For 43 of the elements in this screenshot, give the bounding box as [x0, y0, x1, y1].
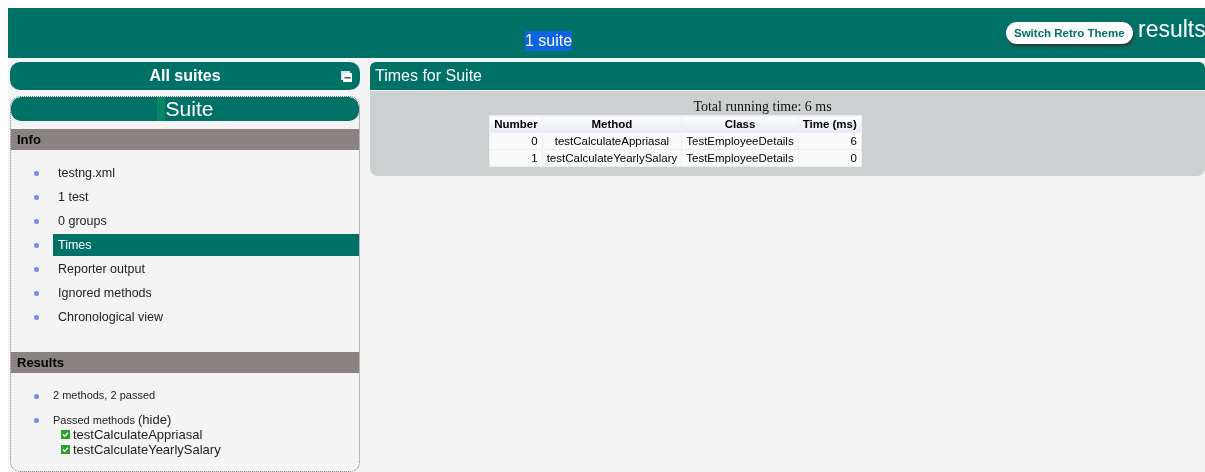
switch-theme-button[interactable]: Switch Retro Theme [1006, 22, 1133, 44]
table-cell: TestEmployeeDetails [681, 132, 799, 150]
column-header: Class [681, 115, 799, 133]
passed-methods-label: Passed methods [53, 414, 135, 426]
bullet-icon [34, 315, 39, 320]
bullet-icon [34, 291, 39, 296]
table-cell: 0 [798, 149, 862, 167]
page-title: results [1138, 16, 1205, 43]
results-heading: Results [11, 352, 359, 373]
results-summary: 2 methods, 2 passed [53, 388, 156, 401]
info-link[interactable]: Chronological view [53, 306, 359, 328]
info-link[interactable]: 1 test [53, 186, 359, 208]
column-header: Number [489, 115, 543, 133]
table-cell: 6 [798, 132, 862, 150]
collapse-icon[interactable] [341, 71, 352, 82]
bullet-icon [34, 171, 39, 176]
table-cell: 1 [489, 149, 543, 167]
bullet-icon [34, 418, 39, 423]
suite-count: 1 suite [525, 31, 573, 51]
info-link[interactable]: Times [53, 234, 359, 256]
suite-name[interactable]: Suite [156, 97, 214, 121]
method-link[interactable]: testCalculateYearlySalary [73, 442, 221, 457]
times-title: Times for Suite [375, 67, 482, 85]
column-header: Time (ms) [798, 115, 862, 133]
bullet-icon [34, 219, 39, 224]
bullet-icon [34, 267, 39, 272]
table-cell: testCalculateAppriasal [542, 132, 682, 150]
info-link[interactable]: Reporter output [53, 258, 359, 280]
info-link[interactable]: 0 groups [53, 210, 359, 232]
table-cell: TestEmployeeDetails [681, 149, 799, 167]
info-link[interactable]: Ignored methods [53, 282, 359, 304]
all-suites-title: All suites [149, 67, 221, 85]
table-cell: testCalculateYearlySalary [542, 149, 682, 167]
bullet-icon [34, 195, 39, 200]
column-header: Method [542, 115, 682, 133]
info-heading: Info [11, 129, 359, 150]
bullet-icon [34, 243, 39, 248]
bullet-icon [34, 394, 39, 399]
method-link[interactable]: testCalculateAppriasal [73, 427, 203, 442]
info-link[interactable]: testng.xml [53, 162, 359, 184]
total-running-time: Total running time: 6 ms [693, 99, 832, 115]
hide-link[interactable]: (hide) [138, 412, 172, 427]
table-cell: 0 [489, 132, 543, 150]
